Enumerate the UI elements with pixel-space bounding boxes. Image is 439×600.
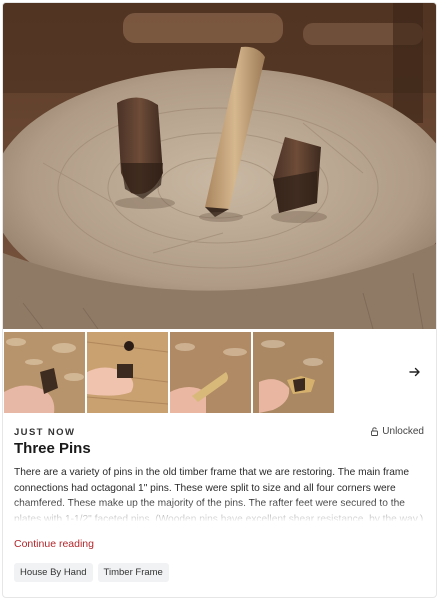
continue-reading-link[interactable]: Continue reading bbox=[14, 538, 94, 550]
thumbnail-2[interactable] bbox=[87, 332, 168, 413]
tag-list: House By Hand Timber Frame bbox=[14, 563, 169, 582]
hero-image[interactable] bbox=[3, 3, 436, 329]
access-label: Unlocked bbox=[382, 426, 424, 437]
arrow-right-icon bbox=[409, 367, 420, 377]
tag-house-by-hand[interactable]: House By Hand bbox=[14, 563, 93, 582]
excerpt-fade bbox=[14, 499, 428, 521]
next-image-button[interactable] bbox=[401, 358, 429, 386]
access-status: Unlocked bbox=[371, 426, 424, 437]
tag-timber-frame[interactable]: Timber Frame bbox=[97, 563, 169, 582]
post-timestamp: JUST NOW bbox=[14, 427, 76, 438]
thumbnail-4[interactable] bbox=[253, 332, 334, 413]
unlock-icon bbox=[371, 427, 379, 436]
thumbnail-strip bbox=[3, 332, 436, 414]
post-title[interactable]: Three Pins bbox=[14, 440, 91, 457]
post-excerpt-container: There are a variety of pins in the old t… bbox=[14, 465, 428, 521]
post-card: JUST NOW Unlocked Three Pins There are a… bbox=[2, 2, 437, 598]
thumbnail-3[interactable] bbox=[170, 332, 251, 413]
thumbnail-1[interactable] bbox=[4, 332, 85, 413]
